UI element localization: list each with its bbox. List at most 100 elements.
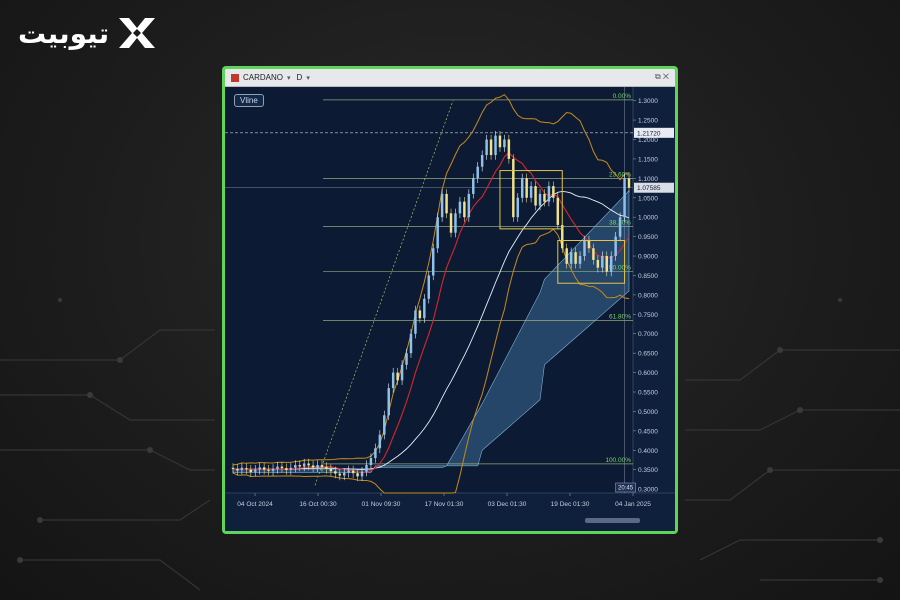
fib-level-label: 23.60% <box>609 171 631 178</box>
draw-tool-button[interactable]: D <box>297 73 303 82</box>
chart-area[interactable]: 1.3000 1.2500 1.2000 1.1500 1.1000 1.0500 1.00… <box>225 87 675 531</box>
chart-titlebar: CARDANO ▾ D ▾ ⧉ ✕ <box>225 69 675 87</box>
candle-body <box>258 467 261 470</box>
candle-body <box>285 468 288 471</box>
candle-body <box>320 465 324 467</box>
y-tick-label: 0.9000 <box>638 254 658 261</box>
y-tick-label: 0.4500 <box>638 428 658 435</box>
candle-body <box>614 236 617 257</box>
candle-body <box>520 178 524 198</box>
fib-level-label: 0.00% <box>613 93 632 100</box>
candle-body <box>449 213 453 233</box>
y-tick-label: 0.8500 <box>638 273 658 280</box>
candle-body <box>440 193 444 218</box>
candle-body <box>262 467 266 470</box>
candle-body <box>423 298 426 319</box>
candle-body <box>325 466 328 469</box>
draw-tool-dropdown-icon[interactable]: ▾ <box>306 74 310 82</box>
y-tick-label: 0.5500 <box>638 390 658 397</box>
y-tick-label: 1.2500 <box>638 118 658 125</box>
candle-body <box>236 468 239 471</box>
candle-body <box>280 466 284 469</box>
candle-body <box>609 256 613 272</box>
y-tick-label: 1.3000 <box>638 98 658 105</box>
candle-body <box>529 186 533 198</box>
candle-body <box>276 466 279 469</box>
candle-body <box>307 463 310 466</box>
candle-body <box>289 467 293 471</box>
candle-body <box>627 178 631 188</box>
horizontal-scrollbar <box>585 518 640 523</box>
symbol-dropdown-icon[interactable]: ▾ <box>287 74 291 82</box>
y-tick-label: 1.0500 <box>638 195 658 202</box>
candle-body <box>498 135 502 148</box>
y-tick-label: 1.1500 <box>638 156 658 163</box>
candle-body <box>565 248 568 264</box>
y-tick-label: 1.2000 <box>638 137 658 144</box>
candle-body <box>351 470 355 474</box>
x-tick-label: 03 Dec 01:30 <box>488 501 527 508</box>
candle-body <box>569 252 573 264</box>
current-price-label: 1.07585 <box>637 185 661 192</box>
candle-body <box>383 415 386 435</box>
y-tick-label: 1.1000 <box>638 176 658 183</box>
candle-body <box>463 201 466 218</box>
candle-body <box>414 310 417 334</box>
candle-body <box>294 465 297 468</box>
candle-body <box>240 467 244 471</box>
candle-body <box>436 217 439 249</box>
candle-body <box>525 178 528 198</box>
y-tick-label: 0.7000 <box>638 331 658 338</box>
candle-body <box>592 248 595 260</box>
x-tick-label: 04 Oct 2024 <box>237 501 273 508</box>
candle-body <box>427 275 431 299</box>
candle-body <box>396 372 399 381</box>
candle-body <box>343 472 346 476</box>
candle-body <box>458 201 462 214</box>
candle-body <box>338 473 342 476</box>
dashed-price-label: 1.21720 <box>637 130 661 137</box>
candle-body <box>485 139 488 156</box>
symbol-name[interactable]: CARDANO <box>243 73 283 82</box>
candle-body <box>409 333 413 354</box>
candle-body <box>298 465 301 467</box>
brand-name: تیوبیت <box>18 16 110 50</box>
y-tick-label: 0.3500 <box>638 467 658 474</box>
candle-body <box>583 240 586 257</box>
candle-body <box>601 256 604 268</box>
candle-body <box>503 139 506 148</box>
price-chart[interactable]: 1.3000 1.2500 1.2000 1.1500 1.1000 1.0500 1.00… <box>225 87 675 531</box>
candle-body <box>574 252 577 264</box>
candle-body <box>378 434 382 449</box>
y-tick-label: 1.0000 <box>638 215 658 222</box>
candle-body <box>316 465 319 468</box>
candle-body <box>400 364 404 381</box>
candle-body <box>356 473 359 477</box>
fib-level-label: 61.80% <box>609 314 631 321</box>
y-tick-label: 0.9500 <box>638 234 658 241</box>
candle-body <box>267 469 270 471</box>
y-tick-label: 0.8000 <box>638 292 658 299</box>
y-tick-label: 0.6000 <box>638 370 658 377</box>
x-tick-label: 01 Nov 09:30 <box>362 501 401 508</box>
x-tick-label: 16 Oct 00:30 <box>299 501 337 508</box>
candle-body <box>476 166 479 179</box>
candle-body <box>512 158 515 218</box>
candle-body <box>431 248 435 276</box>
candle-body <box>507 139 511 159</box>
candle-body <box>334 471 337 474</box>
time-badge-label: 20:45 <box>618 486 634 492</box>
chart-type-icon[interactable] <box>231 73 239 82</box>
candle-body <box>329 468 333 472</box>
candle-body <box>480 155 484 167</box>
candle-body <box>391 372 395 389</box>
candle-body <box>445 193 448 214</box>
window-controls[interactable]: ⧉ ✕ <box>655 72 669 82</box>
x-mark-icon <box>119 18 156 48</box>
candle-body <box>405 353 408 365</box>
candle-body <box>365 465 368 472</box>
candle-body <box>618 217 622 237</box>
x-tick-label: 17 Nov 01:30 <box>425 501 464 508</box>
vline-button[interactable]: Vline <box>234 94 264 107</box>
candle-body <box>516 197 519 218</box>
